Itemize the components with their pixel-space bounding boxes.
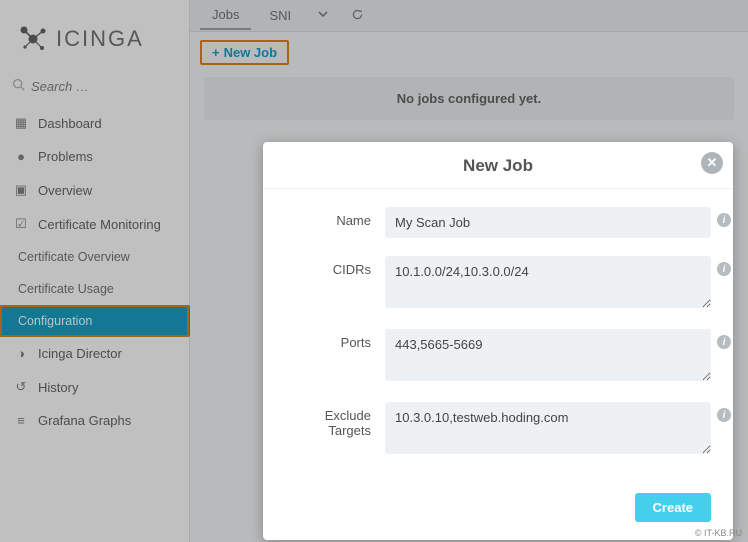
input-ports[interactable] xyxy=(385,329,711,381)
certificate-icon: ☑ xyxy=(12,216,30,232)
overview-icon: ▣ xyxy=(12,182,30,198)
row-cidrs: CIDRs i xyxy=(285,256,711,311)
nav-label: Configuration xyxy=(18,314,92,328)
problems-icon: ● xyxy=(12,149,30,164)
new-job-button[interactable]: + New Job xyxy=(200,40,289,65)
label-exclude: Exclude Targets xyxy=(285,402,385,438)
logo: ICINGA xyxy=(0,14,189,72)
nav-cert-monitoring[interactable]: ☑ Certificate Monitoring xyxy=(0,207,189,241)
nav-cert-overview[interactable]: Certificate Overview xyxy=(0,241,189,273)
label-cidrs: CIDRs xyxy=(285,256,385,277)
empty-banner: No jobs configured yet. xyxy=(204,77,734,120)
nav-grafana[interactable]: ≡ Grafana Graphs xyxy=(0,404,189,437)
chevron-down-icon[interactable] xyxy=(309,4,337,27)
history-icon: ↺ xyxy=(12,379,30,395)
row-name: Name i xyxy=(285,207,711,238)
nav: ▦ Dashboard ● Problems ▣ Overview ☑ Cert… xyxy=(0,106,189,437)
search-input[interactable] xyxy=(31,79,177,94)
create-button[interactable]: Create xyxy=(635,493,711,522)
search-icon xyxy=(12,78,25,94)
new-job-label: New Job xyxy=(224,45,277,60)
nav-label: Overview xyxy=(38,183,92,198)
director-icon: ◑ xyxy=(12,346,30,361)
info-icon[interactable]: i xyxy=(717,213,731,227)
new-job-modal: New Job ✕ Name i CIDRs i Ports i E xyxy=(263,142,733,540)
label-ports: Ports xyxy=(285,329,385,350)
nav-label: Dashboard xyxy=(38,116,102,131)
dashboard-icon: ▦ xyxy=(12,115,30,131)
close-icon[interactable]: ✕ xyxy=(701,152,723,174)
tab-sni[interactable]: SNI xyxy=(257,2,303,29)
logo-text: ICINGA xyxy=(56,26,144,52)
graphs-icon: ≡ xyxy=(12,413,30,428)
info-icon[interactable]: i xyxy=(717,262,731,276)
refresh-icon[interactable] xyxy=(343,4,372,28)
row-exclude: Exclude Targets i xyxy=(285,402,711,457)
plus-icon: + xyxy=(212,45,220,60)
info-icon[interactable]: i xyxy=(717,408,731,422)
nav-label: Problems xyxy=(38,149,93,164)
tabbar: Jobs SNI xyxy=(190,0,748,32)
logo-icon xyxy=(18,24,48,54)
nav-label: Certificate Monitoring xyxy=(38,217,161,232)
modal-footer: Create xyxy=(263,487,733,540)
nav-label: Certificate Usage xyxy=(18,282,114,296)
nav-label: Grafana Graphs xyxy=(38,413,131,428)
toolbar: + New Job xyxy=(190,32,748,73)
nav-director[interactable]: ◑ Icinga Director xyxy=(0,337,189,370)
row-ports: Ports i xyxy=(285,329,711,384)
nav-configuration[interactable]: Configuration xyxy=(0,305,189,337)
input-name[interactable] xyxy=(385,207,711,238)
nav-label: Icinga Director xyxy=(38,346,122,361)
search-box[interactable] xyxy=(0,72,189,100)
sidebar: ICINGA ▦ Dashboard ● Problems ▣ Overview… xyxy=(0,0,190,542)
nav-problems[interactable]: ● Problems xyxy=(0,140,189,173)
nav-cert-usage[interactable]: Certificate Usage xyxy=(0,273,189,305)
input-exclude[interactable] xyxy=(385,402,711,454)
nav-label: Certificate Overview xyxy=(18,250,130,264)
nav-label: History xyxy=(38,380,78,395)
modal-body: Name i CIDRs i Ports i Exclude Targets xyxy=(263,189,733,487)
nav-history[interactable]: ↺ History xyxy=(0,370,189,404)
input-cidrs[interactable] xyxy=(385,256,711,308)
watermark: © IT-KB.RU xyxy=(695,528,742,538)
info-icon[interactable]: i xyxy=(717,335,731,349)
modal-title: New Job xyxy=(279,156,717,176)
nav-overview[interactable]: ▣ Overview xyxy=(0,173,189,207)
nav-dashboard[interactable]: ▦ Dashboard xyxy=(0,106,189,140)
modal-header: New Job ✕ xyxy=(263,142,733,189)
label-name: Name xyxy=(285,207,385,228)
tab-jobs[interactable]: Jobs xyxy=(200,1,251,30)
